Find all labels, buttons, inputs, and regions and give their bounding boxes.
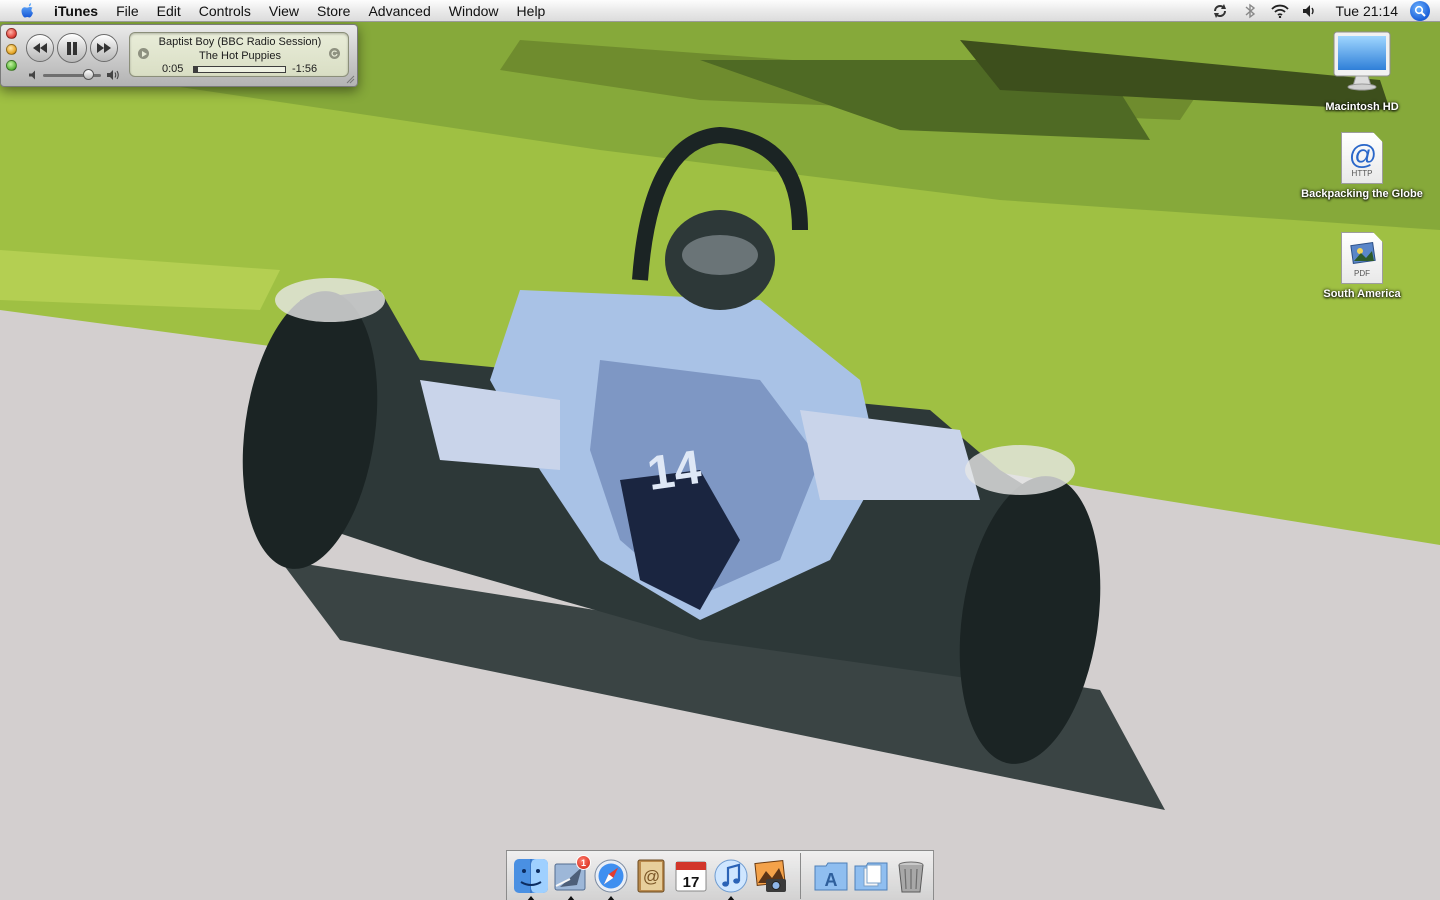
documents-folder-icon [854,862,888,891]
ical-icon: 17 [675,861,707,892]
svg-text:@: @ [643,867,660,886]
progress-fill [194,67,198,72]
desktop-icon-south-america[interactable]: PDF South America [1287,232,1437,302]
dock-mail[interactable]: 1 [552,855,591,895]
next-track-button[interactable] [90,34,118,62]
volume-icon[interactable] [1295,0,1325,22]
svg-text:14: 14 [644,441,705,501]
menu-help[interactable]: Help [508,0,555,22]
document-type-tag: PDF [1354,269,1370,278]
pause-icon [67,41,77,55]
sync-icon[interactable] [1205,0,1235,22]
now-playing-display[interactable]: Baptist Boy (BBC Radio Session) The Hot … [129,32,349,77]
trash-icon [898,861,924,893]
menu-store[interactable]: Store [308,0,359,22]
menu-edit[interactable]: Edit [148,0,190,22]
unread-badge: 1 [576,855,591,870]
menu-file[interactable]: File [107,0,148,22]
volume-slider[interactable] [29,68,121,82]
dock-itunes[interactable] [712,857,750,895]
running-indicator [727,896,735,900]
dock-trash[interactable] [892,857,930,895]
desktop-wallpaper: 14 [0,0,1440,900]
finder-icon [514,859,548,893]
bluetooth-icon[interactable] [1235,0,1265,22]
rewind-icon [33,43,47,53]
menu-advanced[interactable]: Advanced [359,0,439,22]
desktop-icon-label: Backpacking the Globe [1301,188,1423,200]
safari-icon [594,859,628,893]
lcd-cycle-icon[interactable] [329,48,340,59]
running-indicator [607,896,615,900]
document-type-tag: HTTP [1351,169,1373,178]
menu-window[interactable]: Window [440,0,508,22]
minimize-button[interactable] [6,44,17,55]
iphoto-icon [754,860,786,892]
menu-extras: Tue 21:14 [1205,0,1440,22]
track-artist: The Hot Puppies [199,50,281,62]
ical-date: 17 [683,874,700,891]
desktop-icon-backpacking-the-globe[interactable]: @ HTTP Backpacking the Globe [1287,132,1437,202]
itunes-mini-player[interactable]: Baptist Boy (BBC Radio Session) The Hot … [0,24,358,87]
dock-applications-folder[interactable]: A [812,857,850,895]
desktop-icon-label: Macintosh HD [1325,101,1399,113]
http-document-icon: @ HTTP [1341,132,1383,184]
volume-low-icon [29,70,35,80]
dock-ical[interactable]: 17 [672,857,710,895]
desktop-icon-macintosh-hd[interactable]: Macintosh HD [1287,30,1437,115]
menu-controls[interactable]: Controls [190,0,260,22]
volume-high-icon [107,70,119,80]
dock: 1 @ 17 A [506,850,934,900]
dock-finder[interactable] [512,857,550,895]
menu-view[interactable]: View [260,0,308,22]
pause-button[interactable] [57,33,87,63]
svg-text:@: @ [1349,139,1377,169]
apple-icon[interactable] [17,0,39,22]
pdf-document-icon: PDF [1341,232,1383,284]
dock-iphoto[interactable] [752,857,790,895]
menu-bar: iTunes File Edit Controls View Store Adv… [0,0,1440,22]
previous-track-button[interactable] [26,34,54,62]
running-indicator [567,896,575,900]
dock-address-book[interactable]: @ [632,857,670,895]
progress-bar[interactable] [193,66,286,73]
close-button[interactable] [6,28,17,39]
dock-documents-folder[interactable] [852,857,890,895]
dock-safari[interactable] [592,857,630,895]
resize-grip-icon[interactable] [345,74,355,84]
applications-folder-icon: A [814,862,848,891]
remaining-time: -1:56 [292,63,318,75]
hard-drive-icon [1333,31,1391,91]
desktop-icon-label: South America [1323,288,1401,300]
wifi-icon[interactable] [1265,0,1295,22]
address-book-icon: @ [637,859,665,893]
svg-text:A: A [825,870,838,890]
menu-clock[interactable]: Tue 21:14 [1325,0,1410,22]
fast-forward-icon [97,43,111,53]
dock-separator [800,853,801,899]
volume-knob[interactable] [83,69,95,80]
running-indicator [527,896,535,900]
zoom-button[interactable] [6,60,17,71]
track-title: Baptist Boy (BBC Radio Session) [158,36,322,48]
menu-app-itunes[interactable]: iTunes [49,0,107,22]
spotlight-icon[interactable] [1410,1,1430,21]
itunes-icon [714,859,748,893]
elapsed-time: 0:05 [162,63,184,75]
